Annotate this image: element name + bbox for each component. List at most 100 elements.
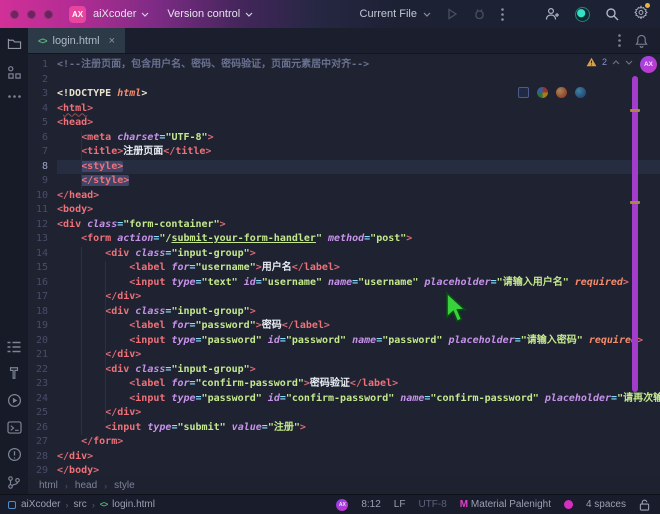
code-token[interactable]: class	[87, 219, 117, 230]
structure-icon[interactable]	[7, 65, 22, 80]
code-token[interactable]: type	[147, 422, 171, 433]
code-token[interactable]: title	[87, 146, 117, 157]
code-token[interactable]: >	[135, 349, 141, 360]
code-token[interactable]: >	[87, 451, 93, 462]
code-token[interactable]: charset	[117, 132, 159, 143]
code-token[interactable]: name	[328, 277, 352, 288]
code-line[interactable]: <div class="input-group">	[57, 247, 660, 262]
code-token[interactable]: input	[111, 422, 141, 433]
code-line[interactable]: <body>	[57, 203, 660, 218]
code-line[interactable]: </body>	[57, 464, 660, 477]
code-token[interactable]: label	[135, 378, 165, 389]
code-token[interactable]: div	[117, 291, 135, 302]
code-token[interactable]: html	[117, 88, 141, 99]
code-line[interactable]: <div class="input-group">	[57, 363, 660, 378]
code-token[interactable]: id	[268, 393, 280, 404]
project-folder-icon[interactable]	[7, 37, 22, 50]
code-token[interactable]: "请再次输入密码"	[617, 393, 660, 404]
code-token[interactable]: body	[63, 204, 87, 215]
code-token[interactable]: label	[135, 320, 165, 331]
aixcoder-floating-button[interactable]: AX	[640, 56, 657, 73]
code-token[interactable]: required	[589, 335, 637, 346]
code-line[interactable]: <input type="submit" value="注册">	[57, 421, 660, 436]
code-token[interactable]: head	[63, 117, 87, 128]
code-line[interactable]: <title>注册页面</title>	[57, 145, 660, 160]
code-token[interactable]: meta	[87, 132, 111, 143]
code-token[interactable]: "input-group"	[171, 306, 249, 317]
code-token[interactable]: >	[334, 262, 340, 273]
code-token[interactable]: label	[294, 320, 324, 331]
code-token[interactable]: "confirm-password"	[196, 378, 304, 389]
code-token[interactable]: </	[57, 465, 69, 476]
code-token[interactable]: type	[171, 277, 195, 288]
code-line[interactable]: <form action="/submit-your-form-handler"…	[57, 232, 660, 247]
notifications-bell-icon[interactable]	[635, 34, 648, 48]
statusbar-file[interactable]: login.html	[112, 499, 155, 510]
breadcrumb-style[interactable]: style	[114, 480, 135, 491]
code-token[interactable]: label	[304, 262, 334, 273]
code-token[interactable]	[57, 277, 129, 288]
code-line[interactable]: <div class="input-group">	[57, 305, 660, 320]
code-line[interactable]: <head>	[57, 116, 660, 131]
code-token[interactable]	[57, 233, 81, 244]
code-line[interactable]: <input type="password" id="confirm-passw…	[57, 392, 660, 407]
code-token[interactable]	[57, 436, 81, 447]
version-control-menu[interactable]: Version control	[167, 8, 253, 20]
code-token[interactable]: <style>	[81, 160, 124, 172]
git-branch-icon[interactable]	[7, 475, 21, 490]
line-ending[interactable]: LF	[394, 499, 406, 510]
code-token[interactable]: "text"	[202, 277, 238, 288]
code-token[interactable]: "请输入密码"	[521, 335, 583, 346]
code-token[interactable]: div	[111, 364, 129, 375]
code-token[interactable]	[57, 262, 129, 273]
statusbar-project[interactable]: aiXcoder	[21, 499, 60, 510]
scrollbar-thumb[interactable]	[632, 76, 638, 392]
close-tab-icon[interactable]: ×	[109, 35, 115, 47]
settings-gear[interactable]	[634, 2, 650, 24]
code-token[interactable]: label	[362, 378, 392, 389]
code-token[interactable]: 密码	[262, 320, 282, 331]
code-token[interactable]	[57, 378, 129, 389]
code-token[interactable]: div	[69, 451, 87, 462]
code-line[interactable]: <html>	[57, 102, 660, 117]
code-token[interactable]: input	[135, 393, 165, 404]
code-token[interactable]: head	[69, 190, 93, 201]
run-icon[interactable]	[446, 8, 458, 20]
code-token[interactable]: for	[171, 320, 189, 331]
code-line[interactable]: <!--注册页面，包含用户名、密码、密码验证，页面元素居中对齐-->	[57, 58, 660, 73]
code-token[interactable]: div	[111, 306, 129, 317]
code-token[interactable]	[57, 132, 81, 143]
code-line[interactable]: <label for="confirm-password">密码验证</labe…	[57, 377, 660, 392]
indent-setting[interactable]: 4 spaces	[586, 499, 626, 510]
code-token[interactable]: </	[292, 262, 304, 273]
unlock-icon[interactable]	[639, 499, 650, 511]
code-token[interactable]	[57, 335, 129, 346]
more-actions-icon[interactable]	[501, 7, 504, 21]
code-token[interactable]	[57, 146, 81, 157]
code-token[interactable]: </	[57, 190, 69, 201]
code-token[interactable]: input	[135, 277, 165, 288]
code-token[interactable]: div	[111, 248, 129, 259]
prev-problem-icon[interactable]	[612, 59, 620, 65]
code-token[interactable]: required	[575, 277, 623, 288]
accent-color-dot[interactable]	[563, 500, 573, 509]
code-token[interactable]: "post"	[370, 233, 406, 244]
code-token[interactable]: form	[87, 233, 111, 244]
debug-icon[interactable]	[473, 8, 486, 20]
code-token[interactable]: type	[171, 335, 195, 346]
code-token[interactable]: >	[392, 378, 398, 389]
code-token[interactable]: placeholder	[545, 393, 611, 404]
code-token[interactable]: placeholder	[449, 335, 515, 346]
code-token[interactable]: "username"	[358, 277, 418, 288]
code-token[interactable]: div	[117, 349, 135, 360]
code-token[interactable]: type	[171, 393, 195, 404]
aixcoder-status-icon[interactable]: AX	[336, 498, 349, 511]
breadcrumb-head[interactable]: head	[75, 480, 97, 491]
code-token[interactable]: "confirm-password"	[430, 393, 538, 404]
theme-widget[interactable]: M Material Palenight	[460, 499, 551, 510]
code-token[interactable]: >	[406, 233, 412, 244]
code-token[interactable]: </	[105, 407, 117, 418]
code-token[interactable]: >	[324, 320, 330, 331]
code-token[interactable]: div	[117, 407, 135, 418]
code-token[interactable]: >	[250, 364, 256, 375]
